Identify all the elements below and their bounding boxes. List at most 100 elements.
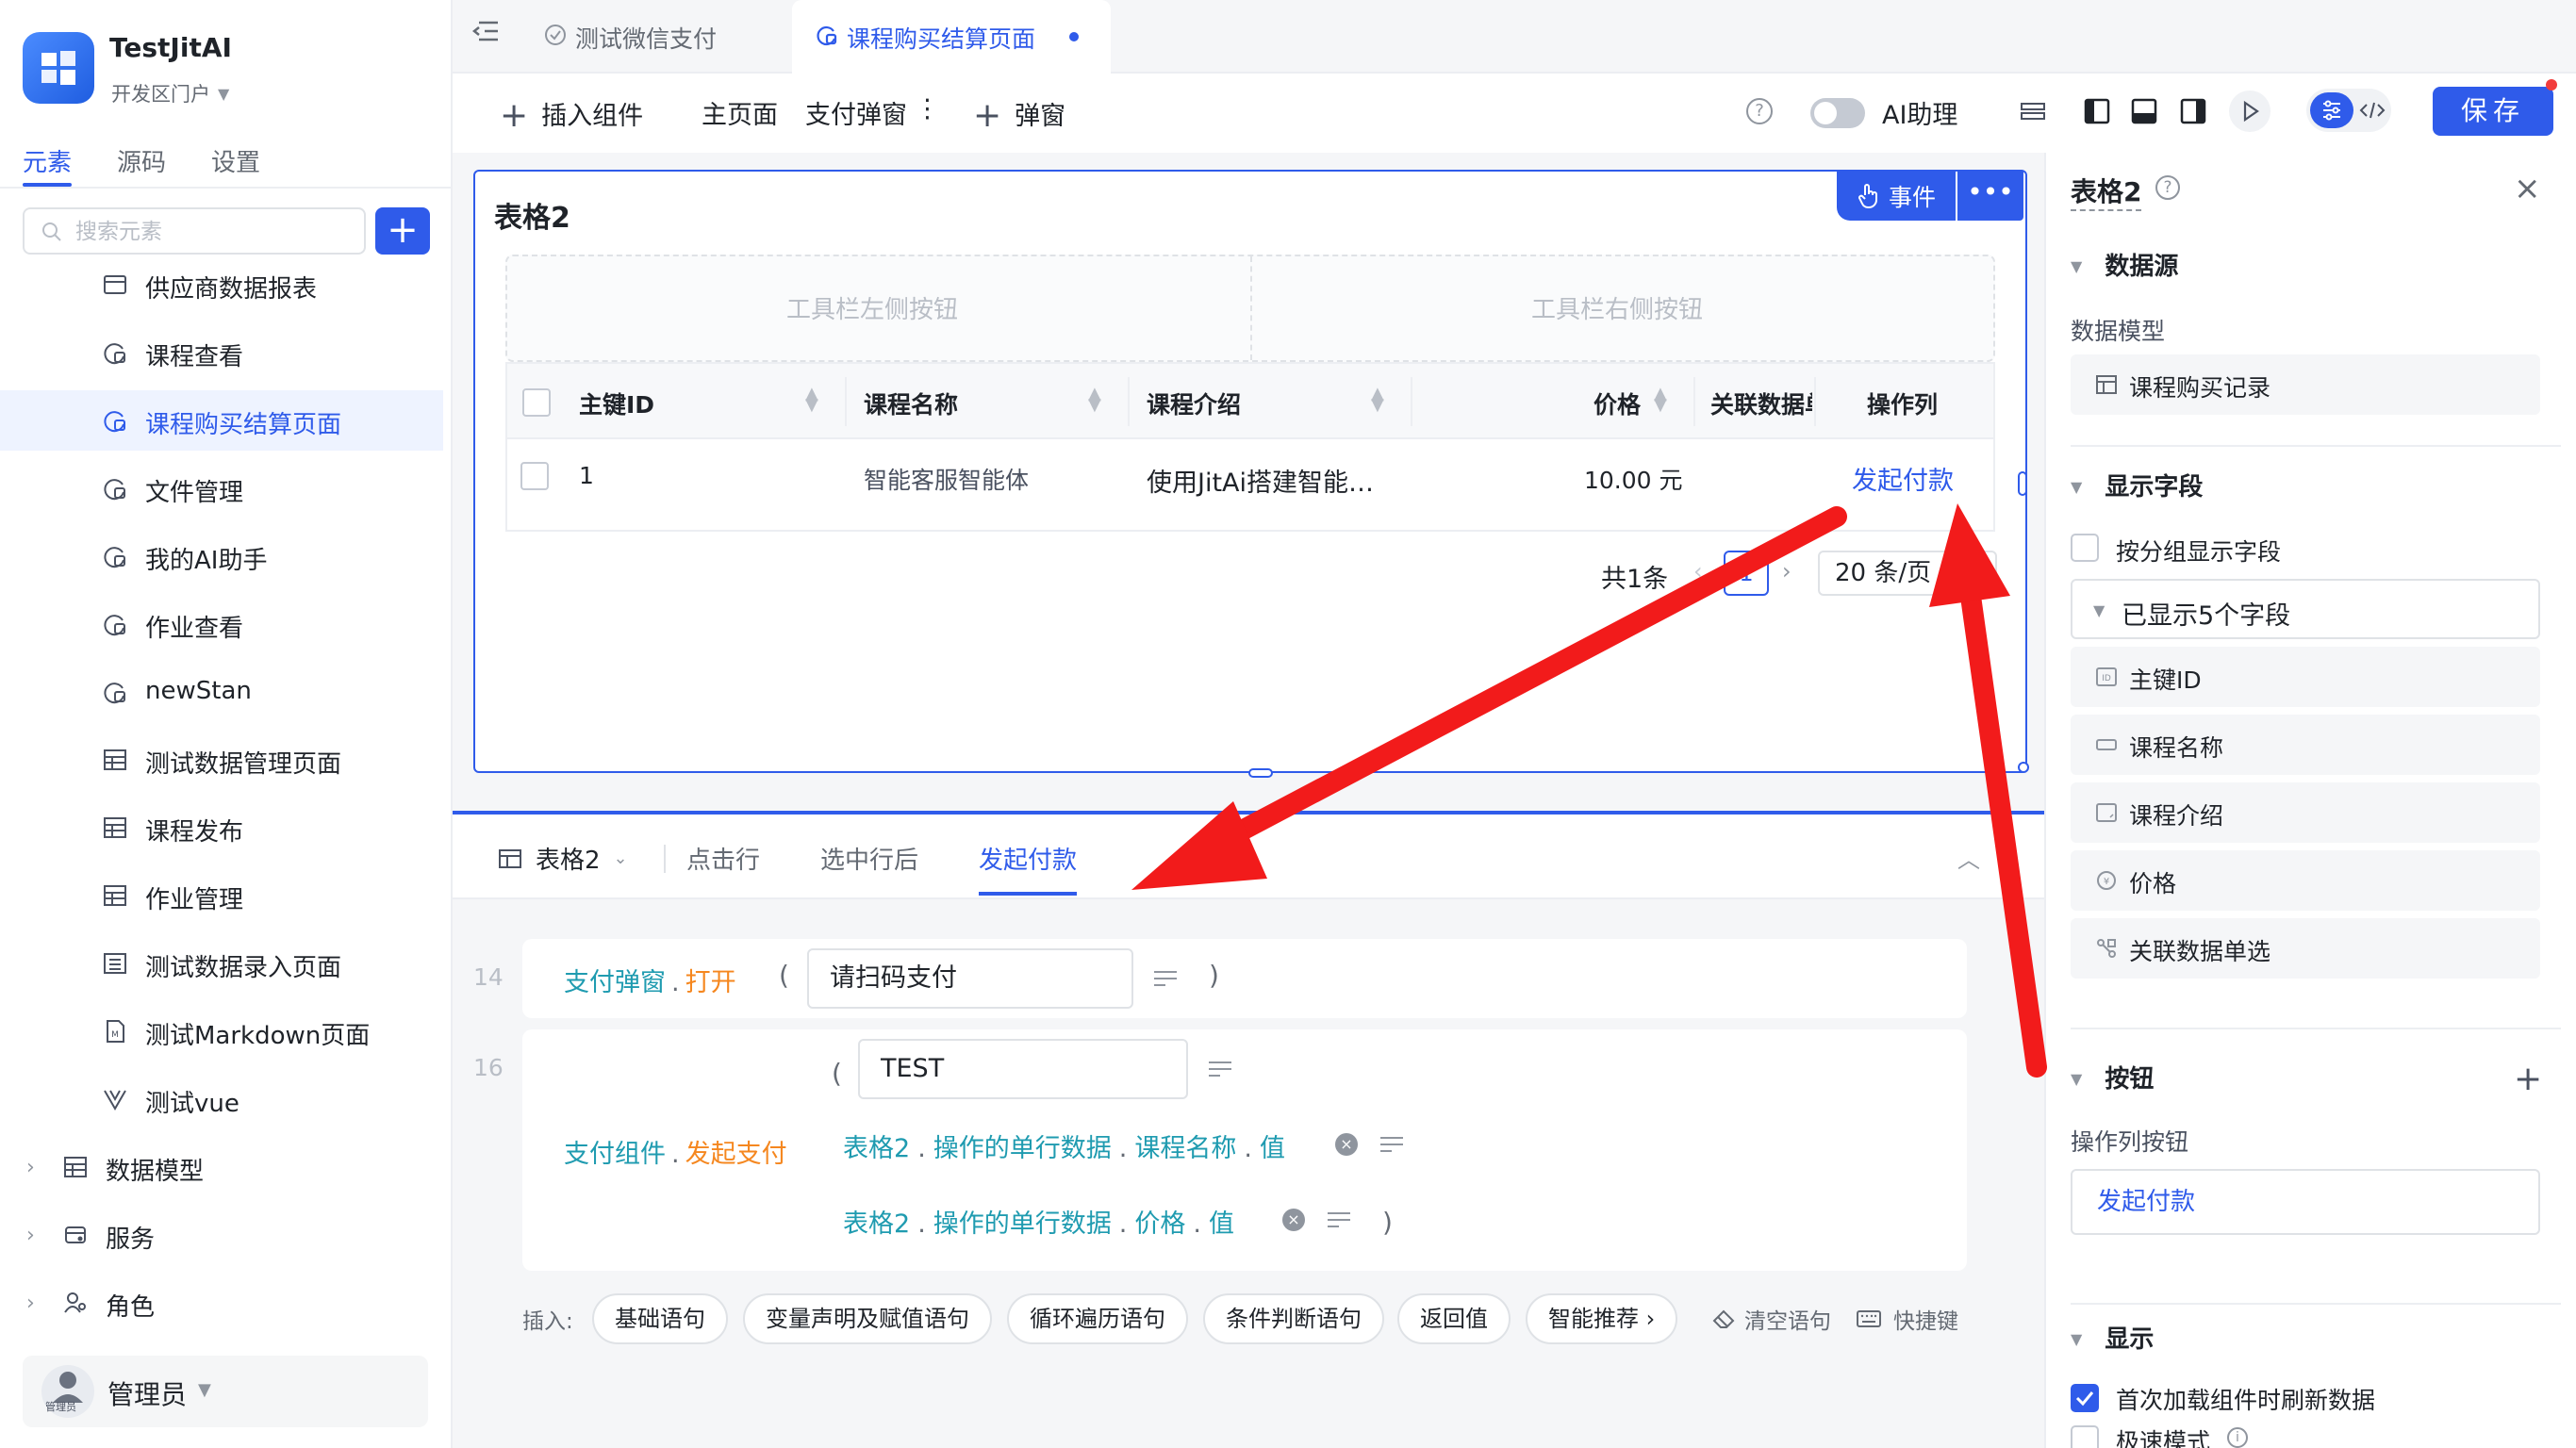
code-statement[interactable] (522, 939, 1967, 1018)
user-menu[interactable]: 管理员 管理员 ▼ (23, 1356, 428, 1427)
group-display-checkbox[interactable] (2071, 534, 2099, 562)
tab-initiate-payment[interactable]: 发起付款 (979, 841, 1077, 876)
sort-icon[interactable]: ▲ ▼ (805, 386, 818, 414)
course-name-expression[interactable]: 表格2. 操作的单行数据. 课程名称. 值 (843, 1127, 1285, 1164)
column-header-related-data[interactable]: 关联数据单 (1695, 364, 1812, 439)
add-element-button[interactable]: + (375, 207, 430, 255)
section-datasource[interactable]: ▼ 数据源 (2071, 247, 2178, 282)
column-header-course-name[interactable]: 课程名称 ▲ ▼ (847, 364, 1130, 439)
portal-selector[interactable]: 开发区门户 ▼ (111, 79, 229, 107)
sidebar-item-0[interactable]: 供应商数据报表 (0, 255, 443, 315)
shortcut-button[interactable]: 快捷键 (1856, 1303, 1958, 1335)
pager-page-1[interactable]: 1 (1724, 551, 1769, 596)
sidebar-item-2[interactable]: 课程购买结算页面 (0, 390, 443, 451)
preview-button[interactable] (2229, 90, 2271, 132)
action-button-item[interactable]: 发起付款 (2071, 1169, 2540, 1235)
sidebar-group-0[interactable]: › 数据模型 (0, 1137, 443, 1197)
shown-fields-collapse[interactable]: ▼ 已显示5个字段 (2071, 579, 2540, 639)
tab-after-row-select[interactable]: 选中行后 (820, 841, 918, 876)
resize-handle-corner[interactable] (2018, 762, 2029, 773)
sidebar-item-5[interactable]: 作业查看 (0, 594, 443, 654)
data-model-select[interactable]: 课程购买记录 (2071, 354, 2540, 415)
field-item-price[interactable]: ¥ 价格 (2071, 850, 2540, 911)
clear-statements-button[interactable]: 清空语句 (1712, 1303, 1831, 1335)
statement-call[interactable]: 支付组件. 发起支付 (564, 1133, 787, 1170)
close-icon[interactable]: × (2514, 170, 2541, 207)
element-search-input[interactable] (75, 215, 358, 249)
sidebar-item-6[interactable]: newStan (0, 662, 443, 722)
pay-popup-button[interactable]: 支付弹窗 (805, 94, 907, 131)
section-display-fields[interactable]: ▼ 显示字段 (2071, 468, 2203, 502)
column-header-price[interactable]: 价格 ▲ ▼ (1412, 364, 1695, 439)
sidebar-item-12[interactable]: 测试vue (0, 1069, 443, 1129)
sidebar-tab-elements[interactable]: 元素 (23, 143, 72, 178)
add-popup-button[interactable]: + 弹窗 (973, 94, 1065, 135)
toolbar-left-buttons-slot[interactable]: 工具栏左侧按钮 (786, 290, 958, 325)
chevron-right-icon[interactable]: › (26, 1224, 35, 1247)
resize-handle-right[interactable] (2018, 471, 2027, 496)
sort-icon[interactable]: ▲ ▼ (1371, 386, 1384, 414)
chevron-right-icon[interactable]: › (26, 1292, 35, 1315)
fast-mode-checkbox[interactable] (2071, 1425, 2099, 1448)
clear-expression-icon[interactable]: × (1282, 1209, 1305, 1231)
column-header-id[interactable]: 主键ID ▲ ▼ (562, 364, 837, 439)
insert-variable-statement[interactable]: 变量声明及赋值语句 (743, 1293, 992, 1344)
initiate-payment-link[interactable]: 发起付款 (1852, 460, 1954, 497)
sidebar-group-1[interactable]: › 服务 (0, 1205, 443, 1265)
insert-return-value[interactable]: 返回值 (1397, 1293, 1511, 1344)
pager-next-icon[interactable]: › (1782, 558, 1792, 584)
save-button[interactable]: 保存 (2433, 87, 2553, 136)
sidebar-tab-settings[interactable]: 设置 (211, 143, 260, 178)
tab-row-click[interactable]: 点击行 (686, 841, 760, 876)
chevron-right-icon[interactable]: › (26, 1156, 35, 1179)
select-all-checkbox[interactable] (522, 388, 551, 417)
field-item-course-name[interactable]: 课程名称 (2071, 715, 2540, 775)
page-size-select[interactable]: 20 条/页 (1818, 551, 1997, 596)
insert-loop-statement[interactable]: 循环遍历语句 (1007, 1293, 1188, 1344)
popup-title-argument[interactable]: 请扫码支付 (807, 948, 1133, 1009)
column-header-course-intro[interactable]: 课程介绍 ▲ ▼ (1130, 364, 1412, 439)
help-icon[interactable]: ? (1746, 98, 1773, 124)
smart-recommend-button[interactable]: 智能推荐 › (1526, 1293, 1678, 1344)
main-page-button[interactable]: 主页面 (702, 94, 778, 131)
sidebar-item-3[interactable]: 文件管理 (0, 458, 443, 518)
format-list-icon[interactable] (1207, 1058, 1233, 1080)
format-list-icon[interactable] (1326, 1209, 1352, 1231)
layout-grid-icon[interactable] (2016, 94, 2050, 128)
insert-component-button[interactable]: + 插入组件 (500, 94, 643, 135)
sidebar-item-8[interactable]: 课程发布 (0, 798, 443, 858)
code-icon[interactable] (2355, 92, 2389, 128)
field-item-id[interactable]: ID 主键ID (2071, 647, 2540, 707)
insert-condition-statement[interactable]: 条件判断语句 (1203, 1293, 1384, 1344)
properties-title[interactable]: 表格2 (2071, 172, 2142, 211)
help-icon[interactable]: ? (2155, 175, 2180, 200)
insert-basic-statement[interactable]: 基础语句 (592, 1293, 728, 1344)
sidebar-item-4[interactable]: 我的AI助手 (0, 526, 443, 586)
event-button[interactable]: 事件 (1837, 172, 1956, 221)
field-item-course-intro[interactable]: 课程介绍 (2071, 782, 2540, 843)
format-list-icon[interactable] (1379, 1133, 1405, 1156)
ai-assistant-toggle[interactable] (1810, 98, 1865, 128)
price-expression[interactable]: 表格2. 操作的单行数据. 价格. 值 (843, 1203, 1234, 1240)
tab-course-checkout[interactable]: 课程购买结算页面 (792, 0, 1111, 74)
section-buttons[interactable]: ▼ 按钮 (2071, 1060, 2154, 1094)
sidebar-item-10[interactable]: 测试数据录入页面 (0, 933, 443, 994)
sidebar-tab-source[interactable]: 源码 (117, 143, 166, 178)
panel-right-icon[interactable] (2176, 94, 2210, 128)
sort-icon[interactable]: ▲ ▼ (1654, 386, 1667, 414)
clear-expression-icon[interactable]: × (1335, 1133, 1358, 1156)
tab-wechat-pay-test[interactable]: 测试微信支付 (543, 0, 775, 74)
more-options-icon[interactable]: ⋮ (915, 94, 940, 123)
section-display[interactable]: ▼ 显示 (2071, 1320, 2154, 1355)
info-icon[interactable]: i (2227, 1427, 2248, 1448)
field-item-related-data[interactable]: 关联数据单选 (2071, 918, 2540, 979)
add-button-icon[interactable]: + (2514, 1060, 2542, 1098)
sidebar-group-2[interactable]: › 角色 (0, 1273, 443, 1333)
pager-prev-icon[interactable]: ‹ (1693, 558, 1703, 584)
panel-bottom-icon[interactable] (2127, 94, 2161, 128)
component-selector[interactable]: 表格2 ⌄ (498, 841, 628, 876)
design-mode-button[interactable] (2310, 92, 2353, 128)
sidebar-item-9[interactable]: 作业管理 (0, 865, 443, 926)
row-checkbox[interactable] (520, 462, 549, 490)
payment-config-argument[interactable]: TEST (858, 1039, 1188, 1099)
